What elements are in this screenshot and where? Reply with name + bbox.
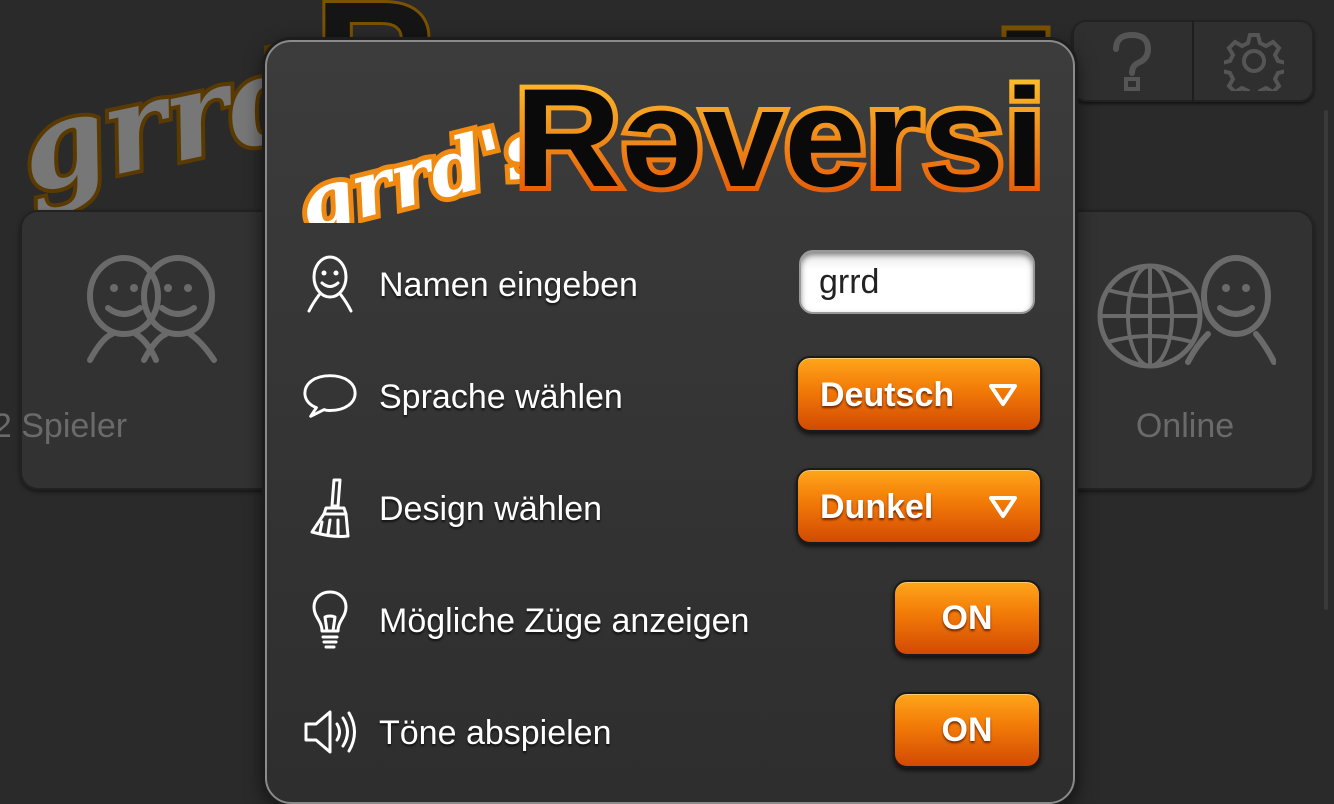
setting-row-sounds: Töne abspielen ON	[267, 692, 1073, 772]
setting-row-language: Sprache wählen Deutsch	[267, 356, 1073, 436]
app-logo: grrd's Rəversi	[287, 58, 1050, 223]
help-button[interactable]	[1072, 20, 1192, 102]
settings-button[interactable]	[1192, 20, 1314, 102]
speech-bubble-icon	[301, 364, 359, 428]
gear-icon	[1224, 33, 1284, 91]
scrollbar[interactable]	[1324, 110, 1328, 610]
design-value: Dunkel	[820, 488, 934, 526]
two-faces-icon	[87, 255, 217, 363]
language-value: Deutsch	[820, 376, 955, 414]
dropdown-arrow-icon	[989, 384, 1017, 406]
speaker-icon	[301, 700, 359, 764]
language-label: Sprache wählen	[379, 378, 623, 416]
online-card[interactable]: Online	[1040, 210, 1314, 490]
brush-icon	[301, 476, 359, 540]
top-button-group	[1072, 20, 1314, 102]
dropdown-arrow-icon	[989, 496, 1017, 518]
settings-dialog: grrd's Rəversi Namen eingeben Sprache wä…	[265, 40, 1075, 804]
help-icon	[1113, 31, 1152, 91]
lightbulb-icon	[301, 588, 359, 652]
name-label: Namen eingeben	[379, 266, 638, 304]
language-select[interactable]: Deutsch	[796, 356, 1042, 432]
logo-title: Rəversi	[515, 59, 1045, 216]
possible-moves-label: Mögliche Züge anzeigen	[379, 602, 750, 640]
sounds-label: Töne abspielen	[379, 714, 612, 752]
online-label: Online	[1135, 407, 1235, 445]
sounds-toggle[interactable]: ON	[893, 692, 1041, 768]
smiley-face-icon	[301, 252, 359, 316]
possible-moves-toggle[interactable]: ON	[893, 580, 1041, 656]
setting-row-name: Namen eingeben	[267, 244, 1073, 324]
design-select[interactable]: Dunkel	[796, 468, 1042, 544]
name-input[interactable]	[799, 250, 1035, 314]
two-player-label: 2 Spieler	[0, 407, 128, 445]
globe-face-icon	[1097, 255, 1276, 369]
setting-row-design: Design wählen Dunkel	[267, 468, 1073, 548]
setting-row-possible-moves: Mögliche Züge anzeigen ON	[267, 580, 1073, 660]
design-label: Design wählen	[379, 490, 603, 528]
